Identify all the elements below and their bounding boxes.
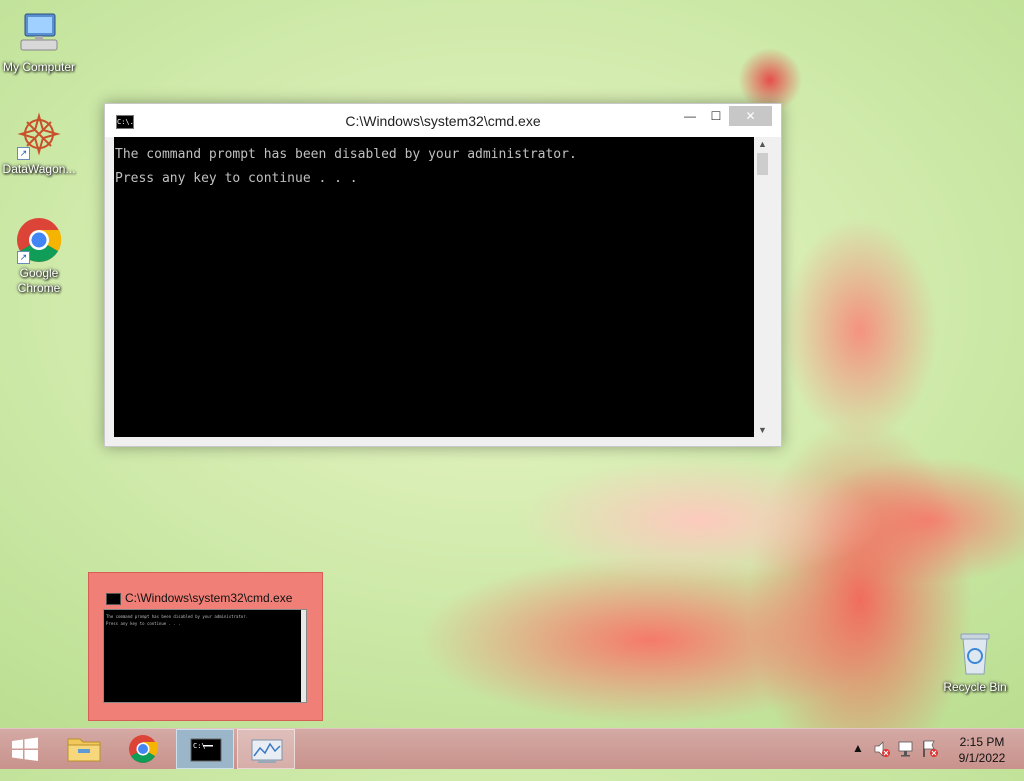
datawagon-icon: ↗: [15, 112, 63, 160]
windows-logo-icon: [12, 737, 38, 761]
cmd-icon: [106, 593, 121, 605]
taskbar-resource-monitor[interactable]: [237, 729, 295, 769]
computer-icon: [15, 10, 63, 58]
desktop-icon-recycle-bin[interactable]: Recycle Bin: [937, 630, 1013, 695]
console-line: Press any key to continue . . .: [115, 171, 358, 186]
start-button[interactable]: [0, 729, 58, 769]
thumbnail-screen: The command prompt has been disabled by …: [103, 609, 307, 703]
desktop-icon-datawagon[interactable]: ↗ DataWagon...: [1, 112, 77, 177]
taskbar-chrome[interactable]: [114, 729, 172, 769]
taskbar: C:\ ▲ 2:15 PM 9/1/2022: [0, 728, 1024, 769]
cmd-icon: C:\: [190, 738, 222, 762]
maximize-button[interactable]: ☐: [703, 106, 729, 126]
file-explorer-icon: [67, 738, 101, 762]
action-center-flag-icon[interactable]: [920, 729, 940, 769]
vertical-scrollbar[interactable]: ▲ ▼: [754, 137, 771, 437]
scrollbar-thumb[interactable]: [757, 153, 768, 175]
console-output[interactable]: The command prompt has been disabled by …: [114, 137, 754, 437]
desktop-icon-google-chrome[interactable]: ↗ Google Chrome: [1, 216, 77, 296]
taskbar-file-explorer[interactable]: [56, 729, 114, 769]
thumbnail-title: C:\Windows\system32\cmd.exe: [125, 591, 293, 605]
desktop-icon-label: DataWagon...: [2, 162, 76, 176]
minimize-button[interactable]: —: [677, 106, 703, 126]
desktop-icon-my-computer[interactable]: My Computer: [1, 10, 77, 75]
close-button[interactable]: ✕: [729, 106, 772, 126]
network-icon[interactable]: [896, 729, 916, 769]
thumbnail-line: Press any key to continue . . .: [106, 621, 181, 626]
show-hidden-icons-button[interactable]: ▲: [852, 741, 864, 781]
desktop-icon-label: My Computer: [2, 60, 76, 74]
clock-date: 9/1/2022: [958, 751, 1006, 765]
scroll-down-arrow-icon[interactable]: ▼: [754, 423, 771, 437]
chrome-icon: ↗: [15, 216, 63, 264]
scroll-up-arrow-icon[interactable]: ▲: [754, 137, 771, 151]
volume-muted-icon[interactable]: [872, 729, 892, 769]
taskbar-cmd[interactable]: C:\: [176, 729, 234, 769]
desktop-icon-label: Recycle Bin: [943, 680, 1007, 694]
shortcut-arrow-icon: ↗: [17, 251, 30, 264]
shortcut-arrow-icon: ↗: [17, 147, 30, 160]
cmd-window[interactable]: C:\. C:\Windows\system32\cmd.exe — ☐ ✕ T…: [104, 103, 782, 447]
window-titlebar[interactable]: C:\. C:\Windows\system32\cmd.exe — ☐ ✕: [105, 104, 781, 137]
taskbar-thumbnail-preview[interactable]: C:\Windows\system32\cmd.exe The command …: [88, 572, 323, 721]
thumbnail-scrollbar: [301, 610, 306, 702]
thumbnail-line: The command prompt has been disabled by …: [106, 614, 249, 619]
console-line: The command prompt has been disabled by …: [115, 147, 577, 162]
clock-time: 2:15 PM: [959, 735, 1005, 749]
chrome-icon: [129, 735, 159, 763]
desktop-icon-label: Google Chrome: [17, 266, 61, 295]
resource-monitor-icon: [251, 739, 283, 763]
recycle-bin-icon: [951, 630, 999, 678]
system-clock[interactable]: 2:15 PM 9/1/2022: [948, 734, 1016, 766]
